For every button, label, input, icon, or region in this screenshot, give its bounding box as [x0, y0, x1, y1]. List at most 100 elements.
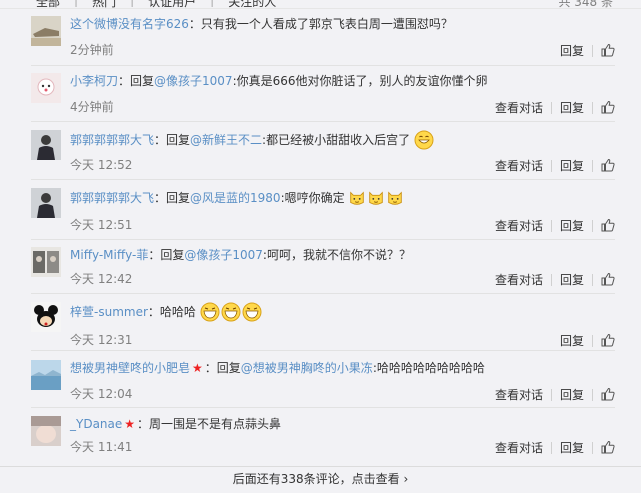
avatar[interactable]: [31, 360, 61, 390]
view-conversation-button[interactable]: 查看对话: [495, 218, 543, 234]
reply-button[interactable]: 回复: [560, 387, 584, 403]
laugh-emoji-icon: [221, 302, 242, 322]
comment-time: 今天 12:42: [70, 272, 133, 286]
view-conversation-button[interactable]: 查看对话: [495, 387, 543, 403]
comment-divider: [31, 293, 615, 294]
like-icon[interactable]: [601, 43, 615, 59]
comment-username[interactable]: 梓萱-summer: [70, 305, 148, 319]
avatar[interactable]: [31, 247, 61, 277]
comment-divider: [31, 239, 615, 240]
comment-item: 这个微博没有名字626：只有我一个人看成了郭京飞表白周一遭围怼吗？ 2分钟前 回…: [0, 14, 641, 62]
like-icon[interactable]: [601, 158, 615, 174]
comment-item: 小李柯刀：回复@像孩子1007:你真是666他对你脏话了，别人的友谊你懂个卵 4…: [0, 71, 641, 119]
comment-divider: [31, 350, 615, 351]
comment-divider: [31, 407, 615, 408]
cat-emoji-icon: [367, 191, 386, 205]
tab-following[interactable]: 关注的人: [228, 0, 276, 8]
view-conversation-button[interactable]: 查看对话: [495, 158, 543, 174]
comment-time: 2分钟前: [70, 43, 114, 57]
avatar[interactable]: [31, 16, 61, 46]
comment-separator: ：回复: [204, 361, 241, 375]
action-divider: [550, 389, 552, 401]
comment-text: :呵呵，我就不信你不说？？: [262, 248, 411, 262]
reply-button[interactable]: 回复: [560, 218, 584, 234]
comment-mention[interactable]: @风是蓝的1980: [190, 191, 281, 205]
like-icon[interactable]: [601, 272, 615, 288]
comment-filter-bar: 全部 | 热门 | 认证用户 | 关注的人 共 348 条: [0, 0, 641, 9]
like-icon[interactable]: [601, 440, 615, 456]
reply-button[interactable]: 回复: [560, 158, 584, 174]
avatar[interactable]: [31, 73, 61, 103]
comment-username[interactable]: 小李柯刀: [70, 74, 118, 88]
comment-separator: ：: [147, 305, 160, 319]
comment-mention[interactable]: @像孩子1007: [184, 248, 263, 262]
comment-time: 今天 12:04: [70, 387, 133, 401]
tab-separator: |: [210, 0, 215, 7]
avatar[interactable]: [31, 130, 61, 160]
view-conversation-button[interactable]: 查看对话: [495, 272, 543, 288]
comment-username[interactable]: 郭郭郭郭郭大飞: [70, 191, 154, 205]
comment-username[interactable]: _YDanae: [70, 417, 122, 431]
comment-divider: [31, 121, 615, 122]
comment-item: 梓萱-summer：哈哈哈 今天 12:31 回复: [0, 302, 641, 350]
smile-emoji-icon: [414, 130, 435, 150]
action-divider: [550, 160, 552, 172]
like-icon[interactable]: [601, 387, 615, 403]
reply-button[interactable]: 回复: [560, 333, 584, 349]
comment-item: _YDanae ★ ：周一围是不是有点蒜头鼻 今天 11:41 查看对话 回复: [0, 414, 641, 462]
action-divider: [592, 160, 593, 172]
tab-all[interactable]: 全部: [36, 0, 60, 8]
comment-divider: [31, 179, 615, 180]
tab-hot[interactable]: 热门: [92, 0, 116, 8]
comment-item: 郭郭郭郭郭大飞：回复@风是蓝的1980:嗯哼你确定 今天 12:51 查看对话 …: [0, 188, 641, 236]
reply-button[interactable]: 回复: [560, 440, 584, 456]
action-divider: [592, 442, 593, 454]
action-divider: [550, 442, 552, 454]
avatar[interactable]: [31, 416, 61, 446]
vip-star-icon: ★: [192, 361, 203, 375]
comment-text: :哈哈哈哈哈哈哈哈哈: [372, 361, 485, 375]
comment-item: Miffy-Miffy-菲：回复@像孩子1007:呵呵，我就不信你不说？？ 今天…: [0, 245, 641, 293]
comment-text: :都已经被小甜甜收入后宫了: [262, 133, 411, 147]
avatar[interactable]: [31, 302, 61, 332]
comment-username[interactable]: 郭郭郭郭郭大飞: [70, 133, 154, 147]
comment-mention[interactable]: @像孩子1007: [154, 74, 233, 88]
comment-mention[interactable]: @想被男神胸咚的小果冻: [241, 361, 373, 375]
reply-button[interactable]: 回复: [560, 43, 584, 59]
action-divider: [592, 102, 593, 114]
comment-text: :嗯哼你确定: [280, 191, 345, 205]
tab-verified[interactable]: 认证用户: [148, 0, 196, 8]
action-divider: [592, 389, 593, 401]
comment-text: 哈哈哈: [159, 305, 196, 319]
like-icon[interactable]: [601, 218, 615, 234]
comment-separator: ：回复: [148, 248, 185, 262]
comment-separator: ：: [188, 17, 201, 31]
comment-text: 周一围是不是有点蒜头鼻: [149, 417, 282, 431]
cat-emoji-icon: [386, 191, 405, 205]
comment-username[interactable]: 这个微博没有名字626: [70, 17, 189, 31]
comment-username[interactable]: Miffy-Miffy-菲: [70, 248, 148, 262]
comment-time: 今天 11:41: [70, 440, 133, 454]
tab-separator: |: [130, 0, 135, 7]
action-divider: [592, 335, 593, 347]
comment-mention[interactable]: @新鲜王不二: [190, 133, 262, 147]
action-divider: [592, 274, 593, 286]
comment-separator: ：: [137, 417, 150, 431]
reply-button[interactable]: 回复: [560, 100, 584, 116]
view-conversation-button[interactable]: 查看对话: [495, 100, 543, 116]
view-conversation-button[interactable]: 查看对话: [495, 440, 543, 456]
comment-separator: ：回复: [118, 74, 155, 88]
comment-time: 今天 12:31: [70, 333, 133, 347]
action-divider: [550, 102, 552, 114]
like-icon[interactable]: [601, 100, 615, 116]
reply-button[interactable]: 回复: [560, 272, 584, 288]
comment-username[interactable]: 想被男神壁咚的小肥皂: [70, 361, 190, 375]
load-more-comments-link[interactable]: 后面还有338条评论，点击查看 ›: [0, 466, 641, 493]
laugh-emoji-icon: [242, 302, 263, 322]
avatar[interactable]: [31, 188, 61, 218]
comment-text: 只有我一个人看成了郭京飞表白周一遭围怼吗？: [200, 17, 453, 31]
comment-item: 郭郭郭郭郭大飞：回复@新鲜王不二:都已经被小甜甜收入后宫了 今天 12:52 查…: [0, 130, 641, 178]
comment-divider: [31, 65, 615, 66]
comment-text: :你真是666他对你脏话了，别人的友谊你懂个卵: [232, 74, 488, 88]
like-icon[interactable]: [601, 333, 615, 349]
